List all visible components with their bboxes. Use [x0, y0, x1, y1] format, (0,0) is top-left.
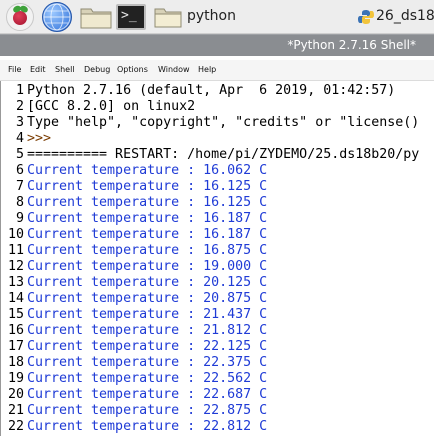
- output-line: Current temperature : 19.000 C: [27, 259, 268, 274]
- shell-lines: 1 Python 2.7.16 (default, Apr 6 2019, 01:…: [1, 83, 434, 435]
- output-line: Current temperature : 22.812 C: [27, 419, 268, 434]
- output-line: Current temperature : 16.125 C: [27, 179, 268, 194]
- line-number: 11: [7, 243, 24, 258]
- line-number: 21: [7, 403, 24, 418]
- line-text: Python 2.7.16 (default, Apr 6 2019, 01:4…: [27, 83, 396, 98]
- line-number: 15: [7, 307, 24, 322]
- menu-window[interactable]: Window: [158, 65, 190, 74]
- shell-line: 18 Current temperature : 22.375 C: [1, 355, 434, 371]
- shell-line: 13 Current temperature : 20.125 C: [1, 275, 434, 291]
- raspberry-icon: [13, 11, 27, 25]
- taskbar: >_ python 26_ds18b: [0, 0, 434, 34]
- shell-line: 1 Python 2.7.16 (default, Apr 6 2019, 01:…: [1, 83, 434, 99]
- line-number: 9: [15, 211, 24, 226]
- taskbar-task-label: 26_ds18b: [376, 8, 434, 24]
- terminal-glyph: >_: [121, 8, 137, 23]
- menu-file[interactable]: File: [8, 65, 21, 74]
- folder-icon: [154, 8, 182, 28]
- restart-banner: ========== RESTART: /home/pi/ZYDEMO/25.d…: [27, 147, 420, 162]
- menu-help[interactable]: Help: [198, 65, 216, 74]
- shell-line: 6 Current temperature : 16.062 C: [1, 163, 434, 179]
- line-number: 2: [15, 99, 24, 114]
- shell-line: 3 Type "help", "copyright", "credits" or …: [1, 115, 434, 131]
- shell-line: 5 ========== RESTART: /home/pi/ZYDEMO/25.…: [1, 147, 434, 163]
- shell-line: 10 Current temperature : 16.187 C: [1, 227, 434, 243]
- shell-prompt: >>>: [27, 131, 60, 146]
- line-number: 18: [7, 355, 24, 370]
- line-text: [GCC 8.2.0] on linux2: [27, 99, 196, 114]
- window-titlebar[interactable]: *Python 2.7.16 Shell*: [0, 34, 434, 56]
- shell-line: 15 Current temperature : 21.437 C: [1, 307, 434, 323]
- line-number: 12: [7, 259, 24, 274]
- line-number: 10: [7, 227, 24, 242]
- line-number: 19: [7, 371, 24, 386]
- output-line: Current temperature : 16.125 C: [27, 195, 268, 210]
- shell-line: 17 Current temperature : 22.125 C: [1, 339, 434, 355]
- output-line: Current temperature : 20.125 C: [27, 275, 268, 290]
- taskbar-task-python[interactable]: python: [152, 3, 322, 31]
- output-line: Current temperature : 22.375 C: [27, 355, 268, 370]
- shell-line: 11 Current temperature : 16.875 C: [1, 243, 434, 259]
- shell-line: 12 Current temperature : 19.000 C: [1, 259, 434, 275]
- menu-window-label: Window: [158, 65, 190, 74]
- line-number: 8: [15, 195, 24, 210]
- line-number: 17: [7, 339, 24, 354]
- shell-editor[interactable]: 1 Python 2.7.16 (default, Apr 6 2019, 01:…: [0, 81, 434, 436]
- shell-line: 16 Current temperature : 21.812 C: [1, 323, 434, 339]
- python-file-icon: [358, 10, 374, 24]
- menu-bar: File Edit Shell Debug Options Window Hel…: [0, 60, 434, 81]
- shell-line: 22 Current temperature : 22.812 C: [1, 419, 434, 435]
- output-line: Current temperature : 20.875 C: [27, 291, 268, 306]
- line-text: Type "help", "copyright", "credits" or "…: [27, 115, 420, 130]
- output-line: Current temperature : 22.562 C: [27, 371, 268, 386]
- menu-edit[interactable]: Edit: [30, 65, 46, 74]
- line-number: 6: [15, 163, 24, 178]
- output-line: Current temperature : 21.437 C: [27, 307, 268, 322]
- output-line: Current temperature : 16.187 C: [27, 227, 268, 242]
- shell-line: 4 >>>: [1, 131, 434, 147]
- output-line: Current temperature : 16.875 C: [27, 243, 268, 258]
- shell-line: 7 Current temperature : 16.125 C: [1, 179, 434, 195]
- menu-edit-label: Edit: [30, 65, 46, 74]
- output-line: Current temperature : 22.875 C: [27, 403, 268, 418]
- line-number: 5: [15, 147, 24, 162]
- menu-help-label: Help: [198, 65, 217, 74]
- line-number: 7: [15, 179, 24, 194]
- line-number: 14: [7, 291, 24, 306]
- menu-file-label: File: [8, 65, 22, 74]
- menu-options-label: Options: [117, 65, 148, 74]
- shell-line: 21 Current temperature : 22.875 C: [1, 403, 434, 419]
- line-number: 20: [7, 387, 24, 402]
- shell-line: 20 Current temperature : 22.687 C: [1, 387, 434, 403]
- menu-shell[interactable]: Shell: [55, 65, 75, 74]
- line-number: 13: [7, 275, 24, 290]
- shell-line: 14 Current temperature : 20.875 C: [1, 291, 434, 307]
- menu-shell-label: Shell: [55, 65, 75, 74]
- line-number: 3: [15, 115, 24, 130]
- output-line: Current temperature : 21.812 C: [27, 323, 268, 338]
- shell-line: 2 [GCC 8.2.0] on linux2: [1, 99, 434, 115]
- line-number: 4: [15, 131, 24, 146]
- shell-line: 9 Current temperature : 16.187 C: [1, 211, 434, 227]
- line-number: 22: [7, 419, 24, 434]
- output-line: Current temperature : 16.187 C: [27, 211, 268, 226]
- menu-debug[interactable]: Debug: [84, 65, 110, 74]
- line-number: 16: [7, 323, 24, 338]
- terminal-icon[interactable]: >_: [116, 4, 146, 30]
- shell-line: 19 Current temperature : 22.562 C: [1, 371, 434, 387]
- taskbar-task-ds18b[interactable]: 26_ds18b: [346, 3, 434, 31]
- taskbar-task-label: python: [187, 8, 236, 24]
- output-line: Current temperature : 22.687 C: [27, 387, 268, 402]
- window-title: *Python 2.7.16 Shell*: [287, 38, 416, 52]
- output-line: Current temperature : 22.125 C: [27, 339, 268, 354]
- shell-line: 8 Current temperature : 16.125 C: [1, 195, 434, 211]
- output-line: Current temperature : 16.062 C: [27, 163, 268, 178]
- menu-options[interactable]: Options: [117, 65, 148, 74]
- raspberry-pi-menu-icon[interactable]: [6, 3, 34, 31]
- line-number: 1: [15, 83, 24, 98]
- browser-globe-icon[interactable]: [42, 2, 72, 32]
- menu-debug-label: Debug: [84, 65, 111, 74]
- file-manager-folder-icon[interactable]: [80, 5, 112, 29]
